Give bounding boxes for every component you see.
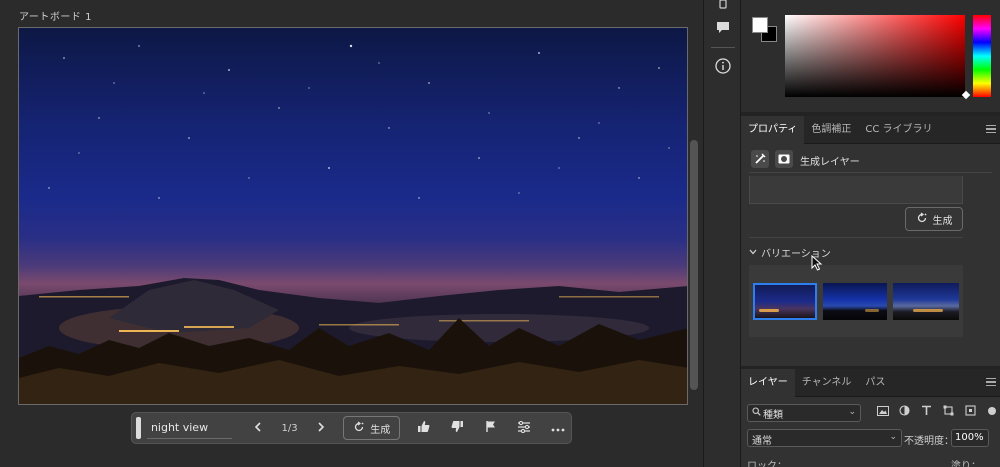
image-icon <box>877 405 889 419</box>
prompt-input[interactable]: night view <box>146 417 233 439</box>
toggle-dot-icon <box>987 406 997 419</box>
tab-adjustments[interactable]: 色調補正 <box>804 116 858 144</box>
color-picker-field[interactable] <box>785 15 965 97</box>
layer-kind-filter-select[interactable]: 種類 ⌄ <box>747 404 861 422</box>
generate-refresh-icon <box>353 421 365 436</box>
panel-icon-strip <box>703 0 741 467</box>
tab-cc-libraries[interactable]: CC ライブラリ <box>858 116 939 144</box>
divider <box>749 237 963 238</box>
generative-layer-icon <box>751 150 769 168</box>
info-panel-button[interactable] <box>715 57 731 77</box>
artboard-image[interactable] <box>18 27 688 405</box>
variation-counter: 1/3 <box>281 422 298 434</box>
properties-panel-body: 生成レイヤー 生成 バリエーション <box>741 144 1000 366</box>
fill-label: 塗り：100% <box>951 461 981 467</box>
learn-panel-button[interactable] <box>715 0 731 14</box>
thumb-light <box>759 309 779 312</box>
brush-icon <box>717 0 729 13</box>
info-icon <box>715 57 731 77</box>
tab-properties[interactable]: プロパティ <box>741 116 805 144</box>
generate-refresh-icon <box>916 212 928 227</box>
night-landscape-photo <box>19 44 687 404</box>
tab-layers[interactable]: レイヤー <box>741 369 795 397</box>
strip-divider <box>711 47 735 48</box>
panel-menu-icon[interactable] <box>986 125 996 133</box>
comment-icon <box>716 21 730 37</box>
blend-mode-select[interactable]: 通常 ⌄ <box>747 429 902 447</box>
thumbs-down-button[interactable] <box>444 416 470 440</box>
shape-layer-filter-button[interactable] <box>941 405 955 419</box>
adjustment-layer-filter-button[interactable] <box>897 405 911 419</box>
taskbar-drag-handle[interactable] <box>136 417 141 439</box>
settings-sliders-button[interactable] <box>512 416 538 440</box>
panel-menu-icon[interactable] <box>986 378 996 386</box>
tab-paths[interactable]: パス <box>858 369 892 397</box>
divider <box>749 172 992 173</box>
thumb-light <box>913 309 943 312</box>
chevron-down-icon: ⌄ <box>848 407 856 417</box>
next-variation-button[interactable] <box>309 416 333 440</box>
sliders-icon <box>517 420 531 436</box>
generate-label: 生成 <box>932 215 953 227</box>
type-icon <box>921 405 932 419</box>
properties-generate-button[interactable]: 生成 <box>905 207 963 231</box>
variation-thumbnail-3[interactable] <box>893 283 959 320</box>
blend-mode-value: 通常 <box>752 436 772 447</box>
variations-grid <box>749 265 963 337</box>
layer-mask-icon <box>775 150 793 168</box>
type-layer-filter-button[interactable] <box>919 405 933 419</box>
half-circle-icon <box>898 405 910 419</box>
shape-icon <box>943 405 954 419</box>
layers-tab-bar: レイヤー チャンネル パス <box>741 369 1000 397</box>
artboard-label: アートボード 1 <box>19 12 92 23</box>
previous-variation-button[interactable] <box>246 416 270 440</box>
contextual-task-bar: night view 1/3 生成 <box>131 412 572 444</box>
thumbs-up-icon <box>417 420 430 436</box>
comments-panel-button[interactable] <box>715 21 731 37</box>
thumb-light <box>865 309 879 312</box>
properties-tab-bar: プロパティ 色調補正 CC ライブラリ <box>741 116 1000 144</box>
thumbs-up-button[interactable] <box>410 416 436 440</box>
ellipsis-icon <box>551 421 565 435</box>
lock-label: ロック： <box>747 461 787 467</box>
variation-thumbnail-2[interactable] <box>823 283 887 320</box>
prompt-textarea[interactable] <box>749 176 963 204</box>
chevron-right-icon <box>317 421 325 435</box>
mouse-cursor-icon <box>811 254 823 271</box>
pixel-layer-filter-button[interactable] <box>876 405 890 419</box>
foreground-color-swatch[interactable] <box>752 17 768 33</box>
search-icon <box>752 407 761 419</box>
kind-filter-value: 種類 <box>763 409 783 421</box>
flag-icon <box>485 420 497 436</box>
tab-channels[interactable]: チャンネル <box>795 369 859 397</box>
layers-panel-body: 種類 ⌄ 通常 ⌄ 不透明度： 100% ロック： 塗り： <box>741 397 1000 467</box>
thumbs-down-icon <box>451 420 464 436</box>
canvas-area: アートボード 1 night view 1/3 生成 <box>0 0 703 467</box>
smart-object-filter-button[interactable] <box>963 405 977 419</box>
right-panel: プロパティ 色調補正 CC ライブラリ 生成レイヤー 生成 バリエーション レイ… <box>741 0 1000 467</box>
chevron-down-icon: ⌄ <box>889 432 897 442</box>
hue-slider[interactable] <box>973 15 991 97</box>
opacity-input[interactable]: 100% <box>951 429 989 447</box>
chevron-down-icon <box>749 247 757 258</box>
report-flag-button[interactable] <box>478 416 504 440</box>
more-options-button[interactable] <box>545 416 571 440</box>
chevron-left-icon <box>254 421 262 435</box>
hue-slider-marker[interactable] <box>961 90 971 100</box>
opacity-label: 不透明度： <box>904 436 954 447</box>
vertical-scrollbar[interactable] <box>690 140 698 390</box>
filter-toggle-button[interactable] <box>985 405 999 419</box>
variation-thumbnail-1[interactable] <box>753 283 817 320</box>
layer-type-title: 生成レイヤー <box>800 157 860 168</box>
generate-button[interactable]: 生成 <box>343 416 401 440</box>
generate-label: 生成 <box>370 424 391 436</box>
smart-object-icon <box>964 405 976 419</box>
